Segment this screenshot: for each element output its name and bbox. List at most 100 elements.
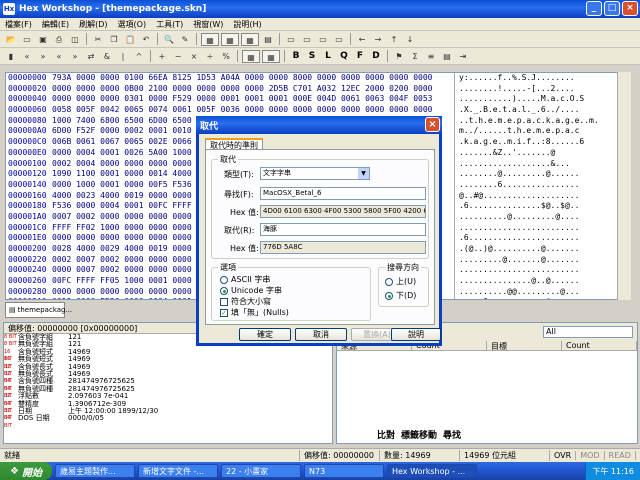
toolbar-icon-3[interactable]: ▭ [316,33,330,46]
hex-ascii[interactable]: ...........).....M.a.c.O.S [454,94,624,106]
inspector-row[interactable]: 32 BIT 日期 上午 12:00:00 1899/12/30 [4,407,332,421]
fill-icon[interactable]: ▮ [4,50,18,63]
plus-icon[interactable]: + [155,50,169,63]
nav-back-icon[interactable]: ← [355,33,369,46]
hex3-icon[interactable]: ▦ [241,32,259,46]
structure-icon[interactable]: ▤ [440,50,454,63]
hex-ascii[interactable]: ........!.....-[...2.... [454,83,624,95]
hex-bytes[interactable]: 0000 0000 0000 0301 0000 F529 0000 0001 … [52,94,454,105]
hex-ascii[interactable]: @..#@.................... [454,190,624,202]
close-button[interactable]: × [622,1,638,16]
compare-filter-select[interactable]: All [543,326,633,338]
hex-icon[interactable]: ▦ [201,32,219,46]
hex-ascii[interactable]: .......&Z..'.......@ [454,147,624,159]
hex-ascii[interactable]: .X._.B.e.t.a.l._.6../.... [454,105,624,116]
double-button[interactable]: D [369,50,383,63]
task-theme[interactable]: 歲易主題製作... [55,464,135,478]
view-icon-2[interactable]: ▦ [262,49,280,63]
hex-ascii[interactable]: .....6............@...... [454,297,624,299]
hex-ascii[interactable]: .k.a.g.e..m.i.f..:8......6 [454,137,624,148]
task-hexworkshop[interactable]: Hex Workshop - ... [387,464,477,478]
menu-edit[interactable]: 編輯(E) [37,19,74,30]
hex-bytes[interactable]: 0000 0000 0000 0B00 2100 0000 0000 0000 … [52,84,454,95]
menu-tools[interactable]: 工具(T) [151,19,188,30]
inspector-row[interactable]: 16 BIT 無負號短式 14969 [4,355,332,369]
hex-ascii[interactable]: ......................... [454,265,624,277]
cut-icon[interactable]: ✂ [91,33,105,46]
tool-icon[interactable]: ✎ [178,33,192,46]
minus-icon[interactable]: − [171,50,185,63]
ok-button[interactable]: 確定 [239,328,291,341]
inspector-row[interactable]: 64 BIT DOS 日期 0000/0/05 [4,414,332,428]
start-button[interactable]: ❖ 開始 [0,462,52,480]
direction-down-radio[interactable]: 下(D) [385,290,416,301]
hex-ascii[interactable]: ......................... [454,222,624,234]
or-icon[interactable]: | [116,50,130,63]
rotate-right-icon[interactable]: » [68,50,82,63]
hex-ascii[interactable]: ........@.........@...... [454,169,624,180]
hex-ascii[interactable]: ...................&... [454,158,624,170]
toolbar-icon-4[interactable]: ▭ [332,33,346,46]
inspector-row[interactable]: 32 BIT 無負號長式 14969 [4,370,332,384]
hex-ascii[interactable]: ..t.h.e.m.e.p.a.c.k.a.g.e..m. [454,115,624,127]
paste-icon[interactable]: 📋 [123,33,137,46]
short-button[interactable]: S [305,50,319,63]
file-tab[interactable]: ▤ themepackag... [5,302,72,318]
menu-file[interactable]: 檔案(F) [0,19,37,30]
hex-ascii[interactable]: ..........@@.........@... [454,286,624,298]
col-target[interactable]: 目標 [487,341,562,351]
menu-window[interactable]: 視窗(W) [188,19,228,30]
hex-ascii[interactable]: ...............@..@...... [454,276,624,287]
grid-icon[interactable]: ▤ [261,33,275,46]
print-icon[interactable]: ⎙ [52,33,66,46]
replace-input[interactable]: 海豚 [260,223,426,236]
view-icon-1[interactable]: ▦ [242,49,260,63]
hex-bytes[interactable]: 0058 005F 0042 0065 0074 0061 005F 0036 … [52,105,454,116]
ascii-radio[interactable]: ASCII 字串 [220,274,270,285]
hex-ascii[interactable]: y:......f..%.S.J........ [454,73,624,84]
hex2-icon[interactable]: ▦ [221,32,239,46]
inspector-row[interactable]: 32 BIT 浮點數 2.097603 7e-041 [4,392,332,406]
open-icon[interactable]: 📂 [4,33,18,46]
minimize-button[interactable]: _ [586,1,602,16]
hex-row[interactable]: 00000000 793A 0000 0000 0100 66EA 8125 1D… [6,73,630,84]
save-icon[interactable]: ▣ [36,33,50,46]
undo-icon[interactable]: ↶ [139,33,153,46]
task-notepad[interactable]: 新增文字文件 -... [138,464,218,478]
nav-down-icon[interactable]: ↓ [403,33,417,46]
dialog-close-button[interactable]: × [425,117,440,132]
clock[interactable]: 下午 11:16 [592,466,634,477]
checksum-icon[interactable]: Σ [408,50,422,63]
hex-ascii[interactable]: m../......t.h.e.m.e.p.a.c [454,126,624,138]
hex-ascii[interactable]: .6....................... [454,233,624,244]
type-select[interactable]: 文字字串 ▼ [260,167,370,180]
inspector-row[interactable]: 64 BIT 無負號四種 281474976725625 [4,385,332,399]
menu-options[interactable]: 選項(O) [113,19,152,30]
direction-up-radio[interactable]: 上(U) [385,276,416,287]
tab-compare[interactable]: 比對 [377,428,395,441]
col-target-count[interactable]: Count [562,341,637,350]
nav-up-icon[interactable]: ↑ [387,33,401,46]
hex-row[interactable]: 00000020 0000 0000 0000 0B00 2100 0000 00… [6,83,630,95]
hex-ascii[interactable]: ..........@.........@.... [454,211,624,223]
menu-help[interactable]: 說明(H) [228,19,266,30]
hex-ascii[interactable]: .6...............$@..$@.. [454,201,624,212]
find-icon[interactable]: 🔍 [162,33,176,46]
long-button[interactable]: L [321,50,335,63]
match-case-checkbox[interactable]: 符合大小寫 [220,296,271,307]
swap-icon[interactable]: ⇄ [84,50,98,63]
maximize-button[interactable]: □ [604,1,620,16]
quad-button[interactable]: Q [337,50,351,63]
shift-right-icon[interactable]: » [36,50,50,63]
goto-icon[interactable]: ⇥ [456,50,470,63]
hex-bytes[interactable]: 793A 0000 0000 0100 66EA 8125 1D53 A04A … [52,73,454,84]
hex-ascii[interactable]: .........@.......@....... [454,254,624,266]
find-input[interactable]: MacOSX_Betal_6 [260,187,426,200]
toolbar-icon-1[interactable]: ▭ [284,33,298,46]
bookmark-icon[interactable]: ⚑ [392,50,406,63]
unicode-radio[interactable]: Unicode 字串 [220,285,282,296]
preview-icon[interactable]: ◫ [68,33,82,46]
byte-button[interactable]: B [289,50,303,63]
new-icon[interactable]: ▭ [20,33,34,46]
mod-icon[interactable]: % [219,50,233,63]
